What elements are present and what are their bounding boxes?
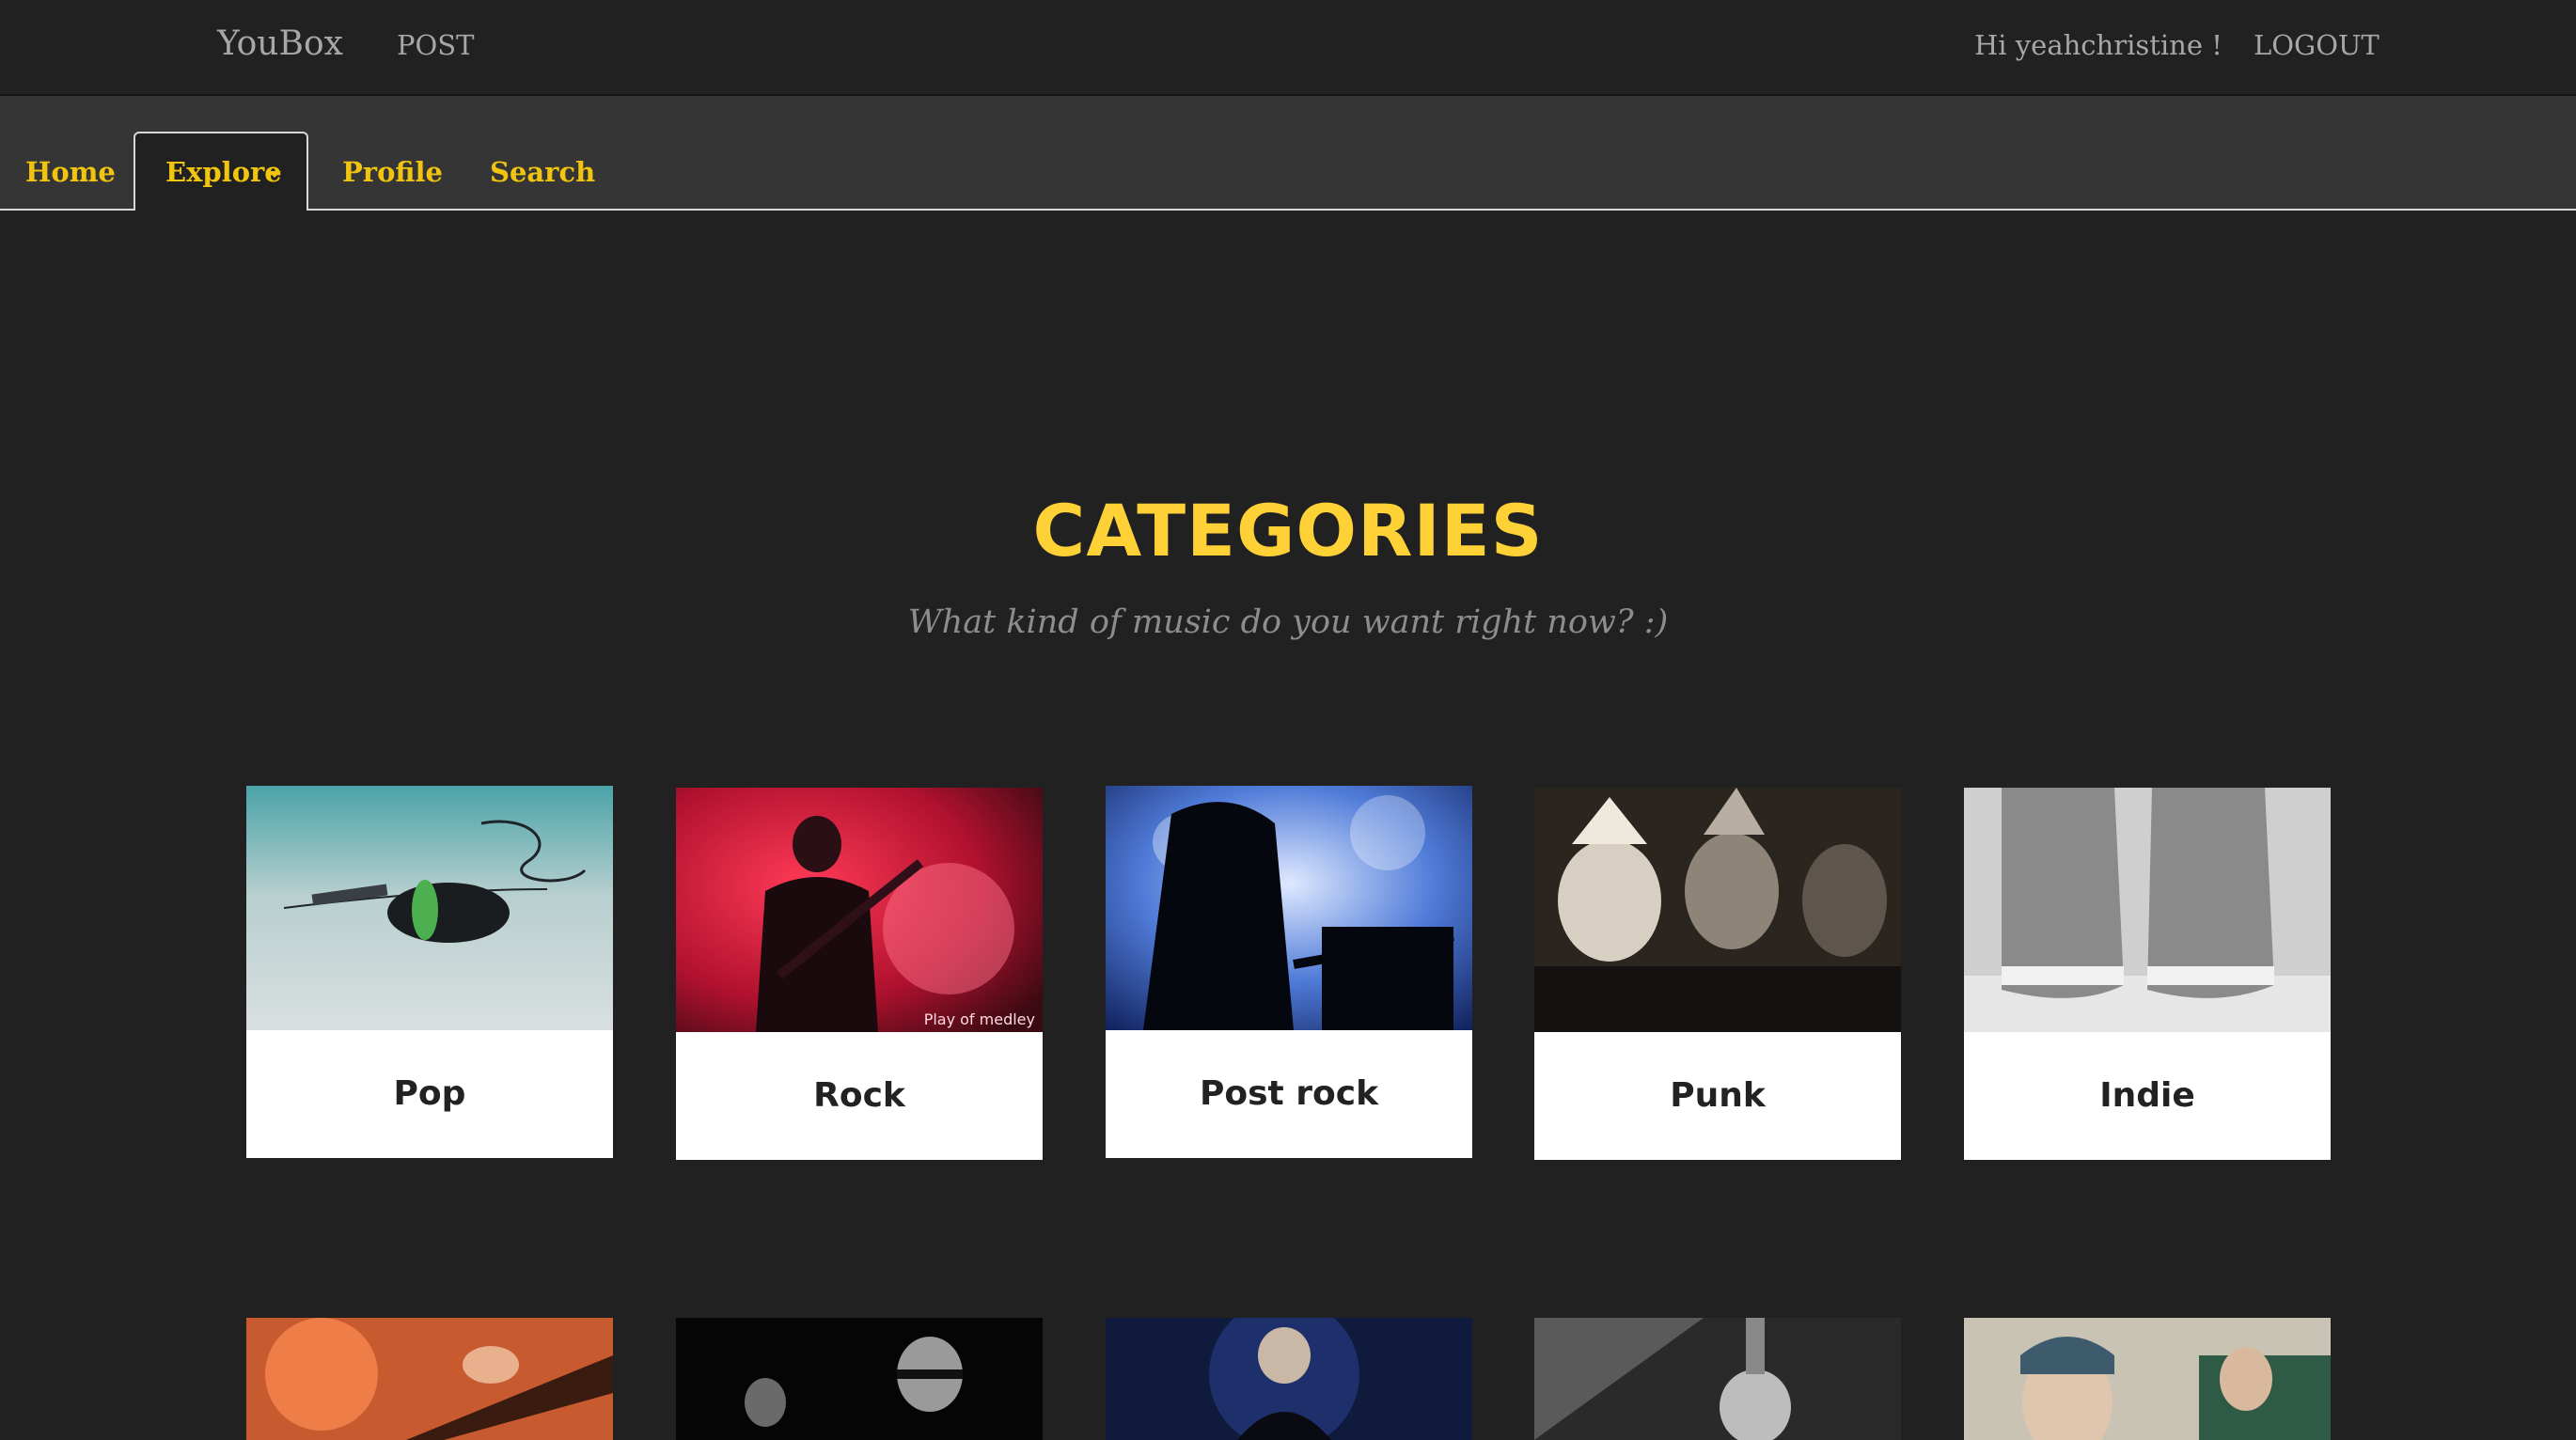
category-card-punk[interactable]: Punk: [1534, 788, 1901, 1160]
tab-home[interactable]: Home: [25, 156, 116, 188]
logout-link[interactable]: LOGOUT: [2254, 29, 2380, 61]
category-image-pop: [246, 786, 613, 1030]
category-image-indie: [1964, 788, 2331, 1032]
category-image-punk: [1534, 788, 1901, 1032]
section-title: CATEGORIES: [1032, 489, 1544, 572]
category-image-post-rock: [1106, 786, 1472, 1030]
section-subtitle: What kind of music do you want right now…: [907, 603, 1669, 641]
category-card-row2-1[interactable]: [246, 1318, 613, 1440]
category-label: Pop: [393, 1074, 466, 1113]
category-label: Post rock: [1199, 1074, 1379, 1113]
tab-bar: Home Explore Profile Search: [0, 96, 2576, 211]
tab-explore[interactable]: Explore: [134, 132, 308, 211]
category-card-row2-4[interactable]: [1534, 1318, 1901, 1440]
category-image-rock: Play of medley: [676, 788, 1043, 1032]
tab-search[interactable]: Search: [490, 156, 595, 188]
category-card-post-rock[interactable]: Post rock: [1106, 786, 1472, 1158]
category-card-pop[interactable]: Pop: [246, 786, 613, 1158]
category-card-row2-2[interactable]: [676, 1318, 1043, 1440]
tab-profile[interactable]: Profile: [342, 156, 443, 188]
post-link[interactable]: POST: [397, 29, 475, 61]
top-navbar: YouBox POST Hi yeahchristine ! LOGOUT: [0, 0, 2576, 96]
image-watermark: Play of medley: [923, 1010, 1035, 1028]
user-greeting[interactable]: Hi yeahchristine !: [1974, 29, 2223, 61]
category-label: Indie: [2099, 1076, 2195, 1115]
tab-explore-label: Explore: [165, 156, 282, 188]
category-card-rock[interactable]: Play of medley Rock: [676, 788, 1043, 1160]
brand-logo[interactable]: YouBox: [217, 24, 343, 63]
caret-down-icon: [268, 171, 281, 178]
category-label: Punk: [1670, 1076, 1766, 1115]
category-card-row2-3[interactable]: [1106, 1318, 1472, 1440]
category-card-indie[interactable]: Indie: [1964, 788, 2331, 1160]
category-card-row2-5[interactable]: [1964, 1318, 2331, 1440]
category-label: Rock: [813, 1076, 905, 1115]
